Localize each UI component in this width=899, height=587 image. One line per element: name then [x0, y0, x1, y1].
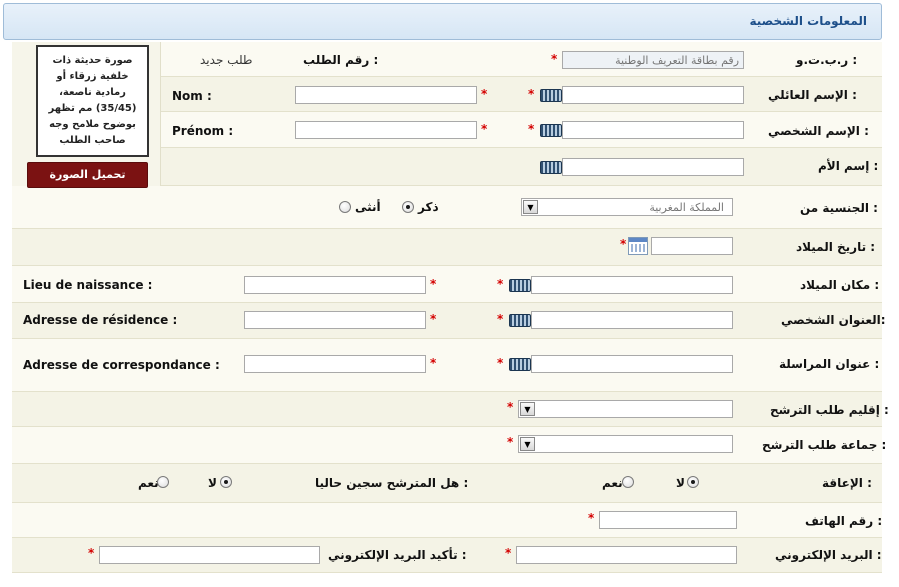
disability-no-label: لا [676, 476, 685, 490]
required-marker: * [507, 435, 514, 449]
upload-photo-button[interactable]: تحميل الصورة [27, 162, 148, 188]
row-nationality [12, 186, 882, 229]
mailing-address-fr-label: Adresse de correspondance : [23, 358, 220, 372]
keyboard-icon[interactable] [509, 279, 531, 292]
email-confirm-label: تأكيد البريد الإلكتروني : [328, 548, 467, 562]
divider [160, 42, 161, 186]
birth-place-label: مكان الميلاد : [800, 278, 880, 292]
commune-select[interactable]: ▼ [518, 435, 733, 453]
region-select[interactable]: ▼ [518, 400, 733, 418]
birth-date-label: تاريخ الميلاد : [796, 240, 876, 254]
birth-place-input[interactable] [531, 276, 733, 294]
disability-no-radio[interactable] [687, 476, 699, 488]
row-phone [12, 503, 882, 538]
family-name-label: الإسم العائلي : [768, 88, 857, 102]
row-region [12, 392, 882, 427]
chevron-down-icon: ▼ [520, 437, 535, 451]
nationality-value: المملكة المغربية [649, 201, 724, 214]
chevron-down-icon: ▼ [523, 200, 538, 214]
required-marker: * [528, 122, 535, 136]
gender-male-radio[interactable] [402, 201, 414, 213]
nationality-label: الجنسية من : [800, 201, 878, 215]
required-marker: * [430, 277, 437, 291]
birth-date-input[interactable] [651, 237, 733, 255]
prisoner-label: هل المترشح سجين حاليا : [315, 476, 469, 490]
keyboard-icon[interactable] [540, 161, 562, 174]
commune-label: جماعة طلب الترشح : [762, 438, 887, 452]
first-name-fr-label: Prénom : [172, 124, 234, 138]
email-confirm-input[interactable] [99, 546, 320, 564]
required-marker: * [497, 312, 504, 326]
first-name-input[interactable] [562, 121, 744, 139]
keyboard-icon[interactable] [509, 314, 531, 327]
required-marker: * [551, 52, 558, 66]
phone-label: رقم الهاتف : [805, 514, 883, 528]
first-name-label: الإسم الشخصي : [768, 124, 869, 138]
mother-name-input[interactable] [562, 158, 744, 176]
address-input[interactable] [531, 311, 733, 329]
keyboard-icon[interactable] [540, 89, 562, 102]
section-header: المعلومات الشخصية [3, 3, 882, 40]
section-title: المعلومات الشخصية [749, 14, 867, 28]
prisoner-no-label: لا [208, 476, 217, 490]
address-label: العنوان الشخصي: [781, 313, 886, 327]
first-name-fr-input[interactable] [295, 121, 477, 139]
request-number-label: رقم الطلب : [303, 53, 379, 67]
mailing-address-fr-input[interactable] [244, 355, 426, 373]
gender-male-label: ذكر [418, 200, 439, 214]
required-marker: * [430, 312, 437, 326]
disability-yes-radio[interactable] [622, 476, 634, 488]
photo-instructions: صورة حديثة ذات خلفية زرقاء أو رمادية ناص… [36, 45, 149, 157]
request-number-value: طلب جديد [200, 53, 253, 67]
email-label: البريد الإلكتروني : [775, 548, 882, 562]
cin-label: ر.ب.ت.و : [796, 53, 858, 67]
region-label: إقليم طلب الترشح : [770, 403, 889, 417]
prisoner-yes-radio[interactable] [157, 476, 169, 488]
gender-female-radio[interactable] [339, 201, 351, 213]
family-name-fr-input[interactable] [295, 86, 477, 104]
mailing-address-label: عنوان المراسلة : [779, 357, 880, 371]
prisoner-no-radio[interactable] [220, 476, 232, 488]
required-marker: * [430, 356, 437, 370]
disability-yes-label: نعم [602, 476, 623, 490]
row-birth-date [12, 229, 882, 266]
calendar-icon[interactable] [628, 237, 648, 255]
row-commune [12, 427, 882, 464]
prisoner-yes-label: نعم [138, 476, 159, 490]
birth-place-fr-input[interactable] [244, 276, 426, 294]
birth-place-fr-label: Lieu de naissance : [23, 278, 153, 292]
required-marker: * [497, 277, 504, 291]
family-name-input[interactable] [562, 86, 744, 104]
required-marker: * [497, 356, 504, 370]
disability-label: الإعاقة : [822, 476, 872, 490]
required-marker: * [88, 546, 95, 560]
gender-female-label: أنثى [355, 200, 381, 214]
required-marker: * [588, 511, 595, 525]
chevron-down-icon: ▼ [520, 402, 535, 416]
cin-input[interactable] [562, 51, 744, 69]
required-marker: * [528, 87, 535, 101]
required-marker: * [481, 87, 488, 101]
address-fr-label: Adresse de résidence : [23, 313, 178, 327]
phone-input[interactable] [599, 511, 737, 529]
nationality-select[interactable]: المملكة المغربية ▼ [521, 198, 733, 216]
mother-name-label: إسم الأم : [818, 159, 879, 173]
required-marker: * [507, 400, 514, 414]
mailing-address-input[interactable] [531, 355, 733, 373]
email-input[interactable] [516, 546, 737, 564]
keyboard-icon[interactable] [509, 358, 531, 371]
keyboard-icon[interactable] [540, 124, 562, 137]
required-marker: * [505, 546, 512, 560]
required-marker: * [481, 122, 488, 136]
required-marker: * [620, 237, 627, 251]
family-name-fr-label: Nom : [172, 89, 212, 103]
address-fr-input[interactable] [244, 311, 426, 329]
